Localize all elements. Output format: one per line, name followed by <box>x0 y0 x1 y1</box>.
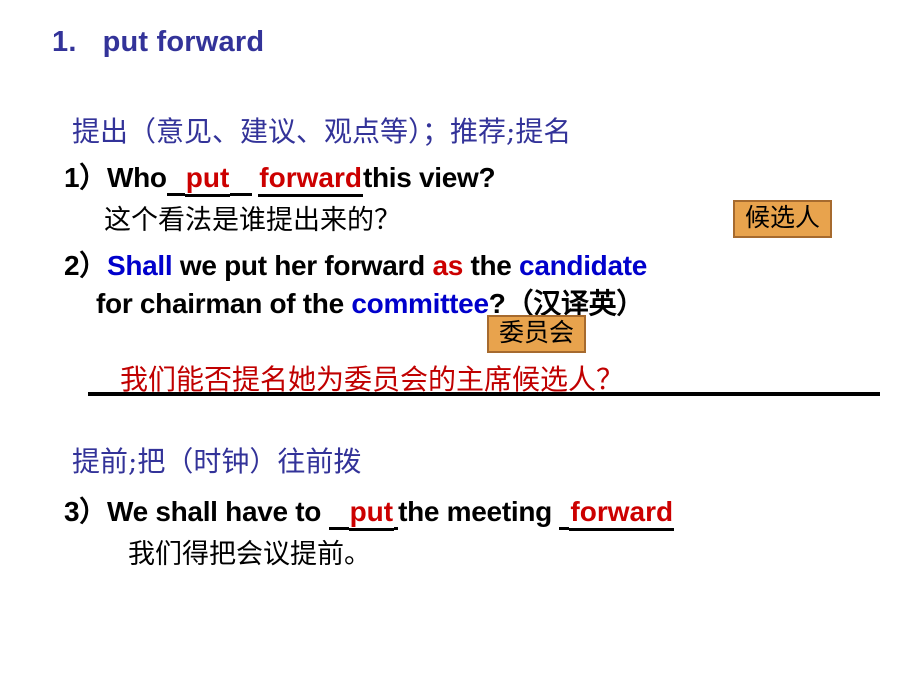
example-2-line2-before: for chairman of the <box>96 288 352 319</box>
example-3-answer-2: forward <box>569 496 675 531</box>
example-3-answer-1: put <box>348 496 395 531</box>
title-phrase: put forward <box>102 26 265 58</box>
slide-title: 1. put forward <box>52 26 264 59</box>
example-2-seg-mid-1: we put her forward <box>172 250 433 281</box>
example-3-translation: 我们得把会议提前。 <box>128 539 371 570</box>
example-2-word-committee: committee <box>351 288 489 319</box>
slide-canvas: 1. put forward 提出（意见、建议、观点等）；推荐;提名 1）Who p… <box>0 0 920 690</box>
example-1-text-after: this view? <box>362 162 496 193</box>
example-1-answer-2: forward <box>258 162 363 197</box>
example-2-seg-mid-2: the <box>462 250 520 281</box>
example-1-text-before: Who <box>106 162 167 193</box>
example-3-text-before: We shall have to <box>106 496 329 527</box>
callout-candidate: 候选人 <box>733 200 833 238</box>
callout-committee: 委员会 <box>487 315 587 353</box>
sense-1-gloss: 提出（意见、建议、观点等）；推荐;提名 <box>72 115 572 148</box>
example-2-word-candidate: candidate <box>519 250 648 281</box>
example-2-word-as: as <box>432 250 463 281</box>
example-1-answer-1: put <box>184 162 231 197</box>
example-3-marker: 3） <box>64 496 107 527</box>
example-1-marker: 1） <box>64 162 107 193</box>
example-1-blank-trail-1 <box>230 166 253 196</box>
example-1-sentence: 1）Who put forwardthis view? <box>64 156 496 197</box>
example-1-blank-lead-1 <box>166 166 185 196</box>
example-2-sentence-line-1: 2）Shall we put her forward as the candid… <box>64 244 647 284</box>
sense-2-gloss: 提前;把（时钟）往前拨 <box>72 445 362 478</box>
example-3-blank-lead-2 <box>559 500 570 530</box>
example-3-seg-mid: the meeting <box>398 496 560 527</box>
example-2-word-shall: Shall <box>106 250 173 281</box>
example-1-translation: 这个看法是谁提出来的？ <box>104 205 401 236</box>
title-number: 1. <box>52 26 77 58</box>
example-2-marker: 2） <box>64 250 107 281</box>
answer-underline-rule <box>88 392 880 396</box>
example-3-sentence: 3）We shall have to put the meeting forwar… <box>64 490 675 531</box>
example-3-blank-lead-1 <box>328 500 349 530</box>
